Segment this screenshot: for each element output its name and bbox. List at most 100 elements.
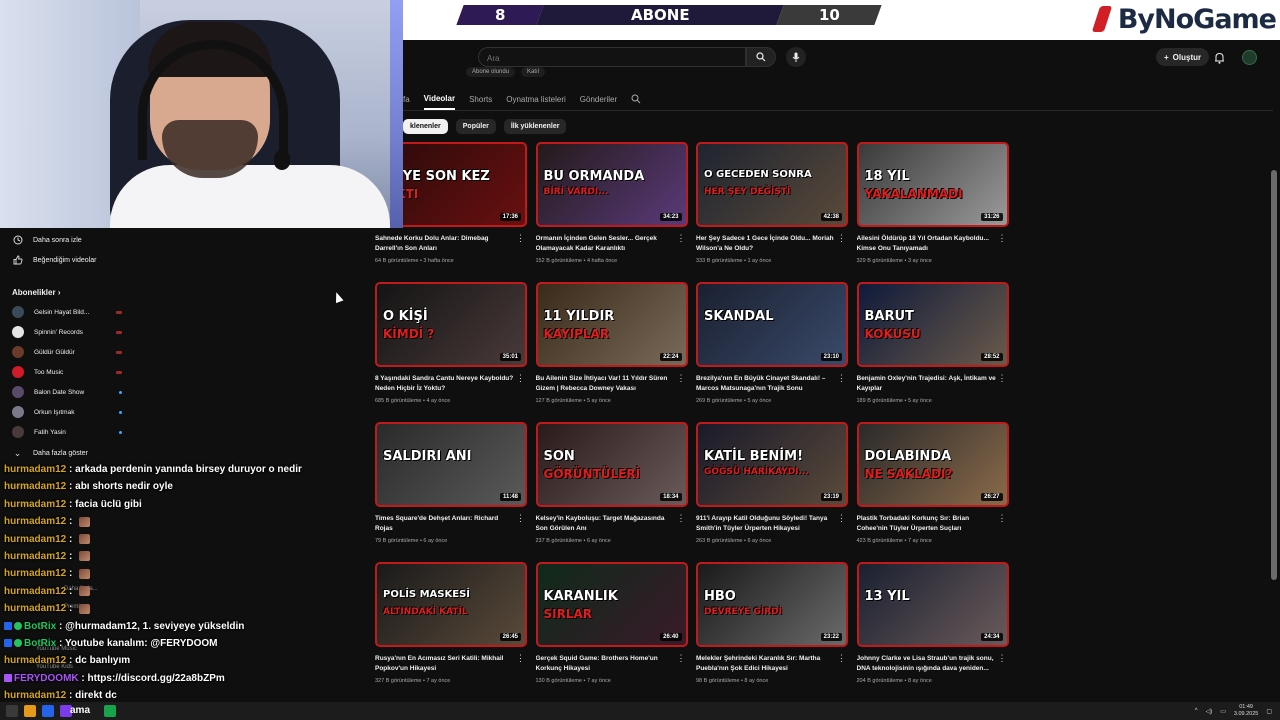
join-chip[interactable]: Katıl [521,67,546,77]
chat-username[interactable]: hurmadam12 [4,568,66,579]
chat-username[interactable]: hurmadam12 [4,499,66,510]
more-options-icon[interactable]: ⋮ [677,514,686,523]
subscribed-chip[interactable]: Abone olundu [466,67,516,77]
video-thumbnail[interactable]: SALDIRI ANI 11:48 [375,422,527,507]
video-thumbnail[interactable]: BARUT KOKUSU 28:52 [856,282,1009,367]
voice-search-button[interactable] [786,47,806,67]
more-options-icon[interactable]: ⋮ [998,514,1007,523]
chat-username[interactable]: hurmadam12 [4,655,66,666]
more-options-icon[interactable]: ⋮ [677,234,686,243]
create-button[interactable]: + Oluştur [1156,48,1210,66]
more-options-icon[interactable]: ⋮ [516,654,525,663]
more-options-icon[interactable]: ⋮ [837,654,846,663]
more-options-icon[interactable]: ⋮ [516,234,525,243]
sidebar-subscription[interactable]: Orkun Işıtmak [12,406,122,418]
video-card[interactable]: POLİS MASKESİ ALTINDAKİ KATİL 26:45 Rusya'n… [375,562,527,694]
video-title[interactable]: Plastik Torbadaki Korkunç Sır: Brian Coh… [857,514,997,533]
video-title[interactable]: Ailesini Öldürüp 18 Yıl Ortadan Kayboldu… [857,234,997,253]
video-thumbnail[interactable]: 13 YIL 24:34 [856,562,1009,647]
chat-username[interactable]: hurmadam12 [4,690,66,701]
speaker-icon[interactable]: ◁) [1206,708,1213,715]
tab-playlists[interactable]: Oynatma listeleri [506,88,566,110]
video-title[interactable]: Kelsey'in Kayboluşu: Target Mağazasında … [536,514,676,533]
video-thumbnail[interactable]: O GECEDEN SONRA HER ŞEY DEĞİŞTİ 42:38 [696,142,848,227]
sidebar-subscription[interactable]: Too Music [12,366,122,378]
video-title[interactable]: 911'i Arayıp Katil Olduğunu Söyledi! Tan… [696,514,836,533]
video-card[interactable]: SALDIRI ANI 11:48 Times Square'de Dehşet A… [375,422,527,554]
notification-center-icon[interactable]: ▢ [1266,708,1272,715]
video-title[interactable]: Brezilya'nın En Büyük Cinayet Skandalı! … [696,374,836,393]
notifications-button[interactable] [1214,51,1225,69]
chat-username[interactable]: hurmadam12 [4,516,66,527]
video-card[interactable]: 13 YIL 24:34 Johnny Clarke ve Lisa Straub'… [856,562,1009,694]
video-thumbnail[interactable]: SKANDAL 23:10 [696,282,848,367]
chat-username[interactable]: BotRix [24,621,56,632]
account-avatar[interactable] [1242,50,1257,65]
video-card[interactable]: SKANDAL 23:10 Brezilya'nın En Büyük Cinaye… [696,282,848,414]
video-title[interactable]: Johnny Clarke ve Lisa Straub'un trajik s… [857,654,997,673]
start-icon[interactable] [6,705,18,717]
video-thumbnail[interactable]: KATİL BENİM! GÖĞSÜ HARİKAYDI... 23:19 [696,422,848,507]
tab-shorts[interactable]: Shorts [469,88,492,110]
chat-username[interactable]: hurmadam12 [4,551,66,562]
video-title[interactable]: Rusya'nın En Acımasız Seri Katili: Mikha… [375,654,515,673]
filter-latest[interactable]: klenenler [403,119,448,134]
page-scrollbar[interactable] [1271,170,1277,580]
tab-search[interactable] [631,88,641,110]
video-card[interactable]: KATİL BENİM! GÖĞSÜ HARİKAYDI... 23:19 911'i… [696,422,848,554]
video-thumbnail[interactable]: 11 YILDIR KAYIPLAR 22:24 [535,282,688,367]
video-thumbnail[interactable]: O KİŞİ KİMDİ ? 35:01 [375,282,527,367]
video-title[interactable]: Gerçek Squid Game: Brothers Home'un Kork… [536,654,676,673]
video-card[interactable]: DOLABINDA NE SAKLADI? 26:27 Plastik Torbada… [856,422,1009,554]
video-card[interactable]: BARUT KOKUSU 28:52 Benjamin Oxley'nin Traje… [856,282,1009,414]
chevron-up-icon[interactable]: ^ [1195,708,1198,714]
sidebar-subscription[interactable]: Spinnin' Records [12,326,122,338]
filter-popular[interactable]: Popüler [455,119,496,134]
more-options-icon[interactable]: ⋮ [837,374,846,383]
more-options-icon[interactable]: ⋮ [677,654,686,663]
more-options-icon[interactable]: ⋮ [998,234,1007,243]
tab-videos[interactable]: Videolar [423,88,456,110]
video-card[interactable]: O KİŞİ KİMDİ ? 35:01 8 Yaşındaki Sandra Can… [375,282,527,414]
video-thumbnail[interactable]: KARANLIK SIRLAR 26:40 [535,562,688,647]
more-options-icon[interactable]: ⋮ [677,374,686,383]
video-card[interactable]: 18 YIL YAKALANMADI 31:26 Ailesini Öldürüp 1… [856,142,1009,274]
video-thumbnail[interactable]: SON GÖRÜNTÜLERİ 18:34 [535,422,688,507]
video-card[interactable]: HBO DEVREYE GİRDİ 23:22 Melekler Şehrindeki… [696,562,848,694]
more-options-icon[interactable]: ⋮ [837,514,846,523]
sidebar-subscription[interactable]: Gelsin Hayat Bild... [12,306,122,318]
video-thumbnail[interactable]: DOLABINDA NE SAKLADI? 26:27 [856,422,1009,507]
sidebar-item-watch-later[interactable]: Daha sonra izle [12,233,82,247]
video-thumbnail[interactable]: BU ORMANDA BİRİ VARDI... 34:23 [535,142,688,227]
sidebar-subscription[interactable]: Güldür Güldür [12,346,122,358]
video-card[interactable]: BU ORMANDA BİRİ VARDI... 34:23 Ormanın İçin… [535,142,688,274]
search-box[interactable] [478,47,746,68]
chat-username[interactable]: hurmadam12 [4,603,66,614]
video-card[interactable]: 11 YILDIR KAYIPLAR 22:24 Bu Ailenin Size İh… [535,282,688,414]
chat-username[interactable]: hurmadam12 [4,464,66,475]
video-card[interactable]: O GECEDEN SONRA HER ŞEY DEĞİŞTİ 42:38 Her Ş… [696,142,848,274]
tab-home[interactable]: fa [403,88,410,110]
video-title[interactable]: Melekler Şehrindeki Karanlık Sır: Martha… [696,654,836,673]
tab-posts[interactable]: Gönderiler [580,88,617,110]
video-title[interactable]: Sahnede Korku Dolu Anlar: Dimebag Darrel… [375,234,515,253]
video-title[interactable]: Ormanın İçinden Gelen Sesler... Gerçek O… [536,234,676,253]
filter-oldest[interactable]: İlk yüklenenler [503,119,567,134]
chat-username[interactable]: FERYDOOMK [14,673,79,684]
video-title[interactable]: 8 Yaşındaki Sandra Cantu Nereye Kayboldu… [375,374,515,393]
more-options-icon[interactable]: ⋮ [837,234,846,243]
video-title[interactable]: Times Square'de Dehşet Anları: Richard R… [375,514,515,533]
more-options-icon[interactable]: ⋮ [998,374,1007,383]
folder-icon[interactable] [24,705,36,717]
video-card[interactable]: KARANLIK SIRLAR 26:40 Gerçek Squid Game: Br… [535,562,688,694]
sidebar-subscription[interactable]: Fatih Yasin [12,426,122,438]
search-input[interactable] [479,49,745,68]
video-thumbnail[interactable]: 18 YIL YAKALANMADI 31:26 [856,142,1009,227]
video-card[interactable]: SON GÖRÜNTÜLERİ 18:34 Kelsey'in Kayboluşu: … [535,422,688,554]
chat-username[interactable]: hurmadam12 [4,534,66,545]
obs-icon[interactable] [104,705,116,717]
more-options-icon[interactable]: ⋮ [998,654,1007,663]
video-title[interactable]: Bu Ailenin Size İhtiyacı Var! 11 Yıldır … [536,374,676,393]
chat-username[interactable]: hurmadam12 [4,586,66,597]
more-options-icon[interactable]: ⋮ [516,514,525,523]
